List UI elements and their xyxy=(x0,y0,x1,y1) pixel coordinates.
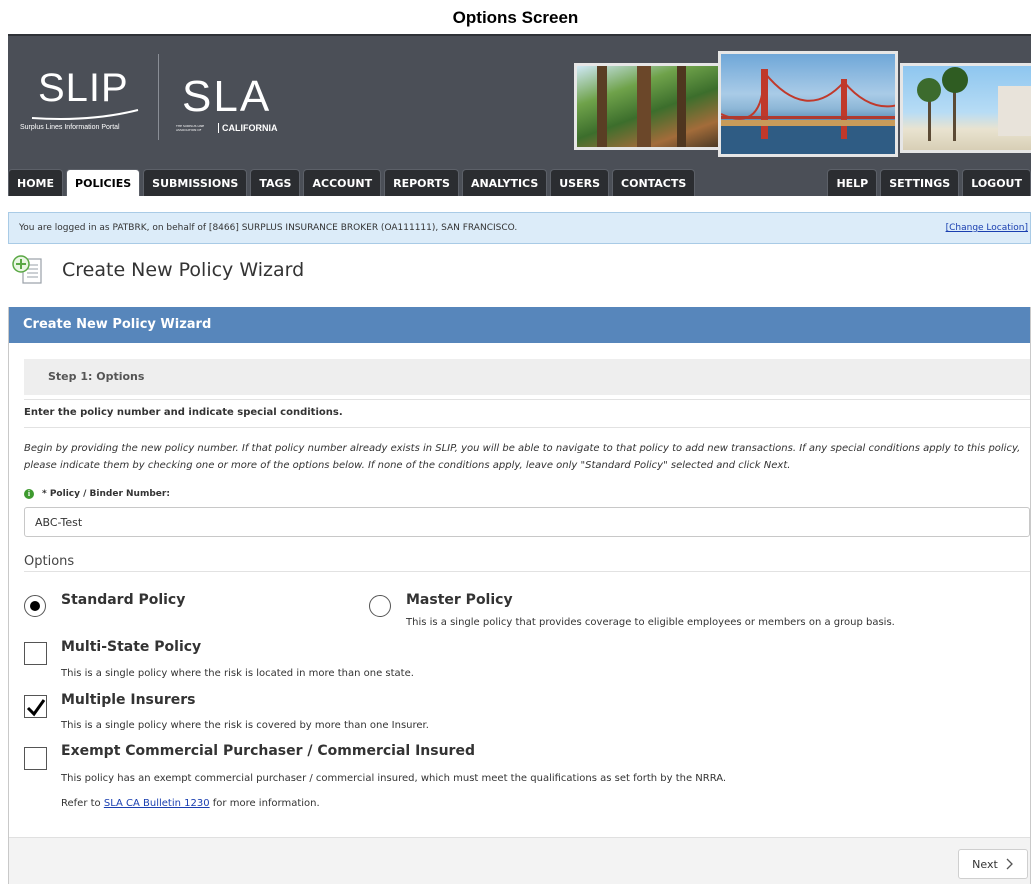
multiple-insurers-checkbox[interactable] xyxy=(24,695,47,718)
panel-header: Create New Policy Wizard xyxy=(9,307,1030,343)
refer-prefix: Refer to xyxy=(61,798,101,809)
site-header: SLIP Surplus Lines Information Portal SL… xyxy=(8,34,1031,196)
tab-help[interactable]: HELP xyxy=(827,169,878,196)
tab-home[interactable]: HOME xyxy=(8,169,64,196)
palm-beach-photo xyxy=(900,63,1031,153)
divider xyxy=(24,571,1030,572)
instruction-body: Begin by providing the new policy number… xyxy=(24,443,1021,471)
slip-logo[interactable]: SLIP Surplus Lines Information Portal xyxy=(20,66,152,146)
policy-number-label-text: * Policy / Binder Number: xyxy=(42,489,170,499)
tab-settings[interactable]: SETTINGS xyxy=(880,169,960,196)
tab-tags[interactable]: TAGS xyxy=(250,169,301,196)
exempt-purchaser-label: Exempt Commercial Purchaser / Commercial… xyxy=(61,743,475,759)
slip-logo-text: SLIP xyxy=(38,66,129,110)
bulletin-link[interactable]: SLA CA Bulletin 1230 xyxy=(104,798,210,809)
tab-contacts[interactable]: CONTACTS xyxy=(612,169,696,196)
page-header: Create New Policy Wizard xyxy=(10,255,304,285)
refer-suffix: for more information. xyxy=(212,798,320,809)
instruction-title: Enter the policy number and indicate spe… xyxy=(24,407,343,418)
sla-logo-text: SLA xyxy=(182,72,272,121)
next-button[interactable]: Next xyxy=(958,849,1028,879)
master-policy-label: Master Policy xyxy=(406,592,513,608)
next-button-label: Next xyxy=(972,857,998,871)
sla-logo[interactable]: SLA THE SURPLUS LINE ASSOCIATION OF CALI… xyxy=(172,72,292,136)
palm-trees-graphic xyxy=(917,67,1031,141)
step-indicator: Step 1: Options xyxy=(24,359,1030,395)
tab-submissions[interactable]: SUBMISSIONS xyxy=(143,169,248,196)
slip-swoosh-icon xyxy=(31,109,139,120)
forest-photo xyxy=(574,63,722,150)
tab-logout[interactable]: LOGOUT xyxy=(962,169,1031,196)
main-nav: HOME POLICIES SUBMISSIONS TAGS ACCOUNT R… xyxy=(8,169,698,196)
divider xyxy=(24,399,1030,400)
chevron-right-icon xyxy=(1006,858,1013,870)
tab-users[interactable]: USERS xyxy=(550,169,610,196)
tab-policies[interactable]: POLICIES xyxy=(66,169,141,196)
multiple-insurers-desc: This is a single policy where the risk i… xyxy=(61,720,429,731)
checkmark-icon xyxy=(26,699,46,717)
golden-gate-bridge-graphic xyxy=(721,69,895,154)
multi-state-label: Multi-State Policy xyxy=(61,639,202,655)
page-title: Create New Policy Wizard xyxy=(62,259,305,281)
multi-state-checkbox[interactable] xyxy=(24,642,47,665)
multi-state-desc: This is a single policy where the risk i… xyxy=(61,668,414,679)
sla-state-text: CALIFORNIA xyxy=(218,123,278,133)
wizard-footer: Next xyxy=(9,837,1030,884)
standard-policy-radio[interactable] xyxy=(24,595,46,617)
options-heading: Options xyxy=(24,554,75,569)
bulletin-reference: Refer to SLA CA Bulletin 1230 for more i… xyxy=(61,798,320,809)
screen-title: Options Screen xyxy=(452,8,579,27)
policy-number-label: i * Policy / Binder Number: xyxy=(24,489,170,499)
multiple-insurers-label: Multiple Insurers xyxy=(61,692,196,708)
forest-trees-graphic xyxy=(597,66,686,147)
master-policy-radio[interactable] xyxy=(369,595,391,617)
divider xyxy=(24,427,1030,428)
login-info-bar: You are logged in as PATBRK, on behalf o… xyxy=(8,212,1031,244)
change-location-link[interactable]: [Change Location] xyxy=(946,213,1028,243)
wizard-panel: Create New Policy Wizard Step 1: Options… xyxy=(8,307,1031,884)
golden-gate-photo xyxy=(718,51,898,157)
login-info-text: You are logged in as PATBRK, on behalf o… xyxy=(19,223,518,233)
tab-reports[interactable]: REPORTS xyxy=(384,169,459,196)
standard-policy-label: Standard Policy xyxy=(61,592,186,608)
slip-subtitle: Surplus Lines Information Portal xyxy=(20,124,120,131)
utility-nav: HELP SETTINGS LOGOUT xyxy=(827,169,1031,196)
sla-assoc-text: THE SURPLUS LINE ASSOCIATION OF xyxy=(176,124,205,132)
new-policy-wizard-icon xyxy=(10,253,46,287)
policy-number-input[interactable] xyxy=(24,507,1030,537)
master-policy-desc: This is a single policy that provides co… xyxy=(406,617,895,628)
exempt-purchaser-desc: This policy has an exempt commercial pur… xyxy=(61,773,727,784)
logo-divider xyxy=(158,54,159,140)
tab-analytics[interactable]: ANALYTICS xyxy=(461,169,548,196)
info-icon[interactable]: i xyxy=(24,489,34,499)
exempt-purchaser-checkbox[interactable] xyxy=(24,747,47,770)
tab-account[interactable]: ACCOUNT xyxy=(303,169,382,196)
